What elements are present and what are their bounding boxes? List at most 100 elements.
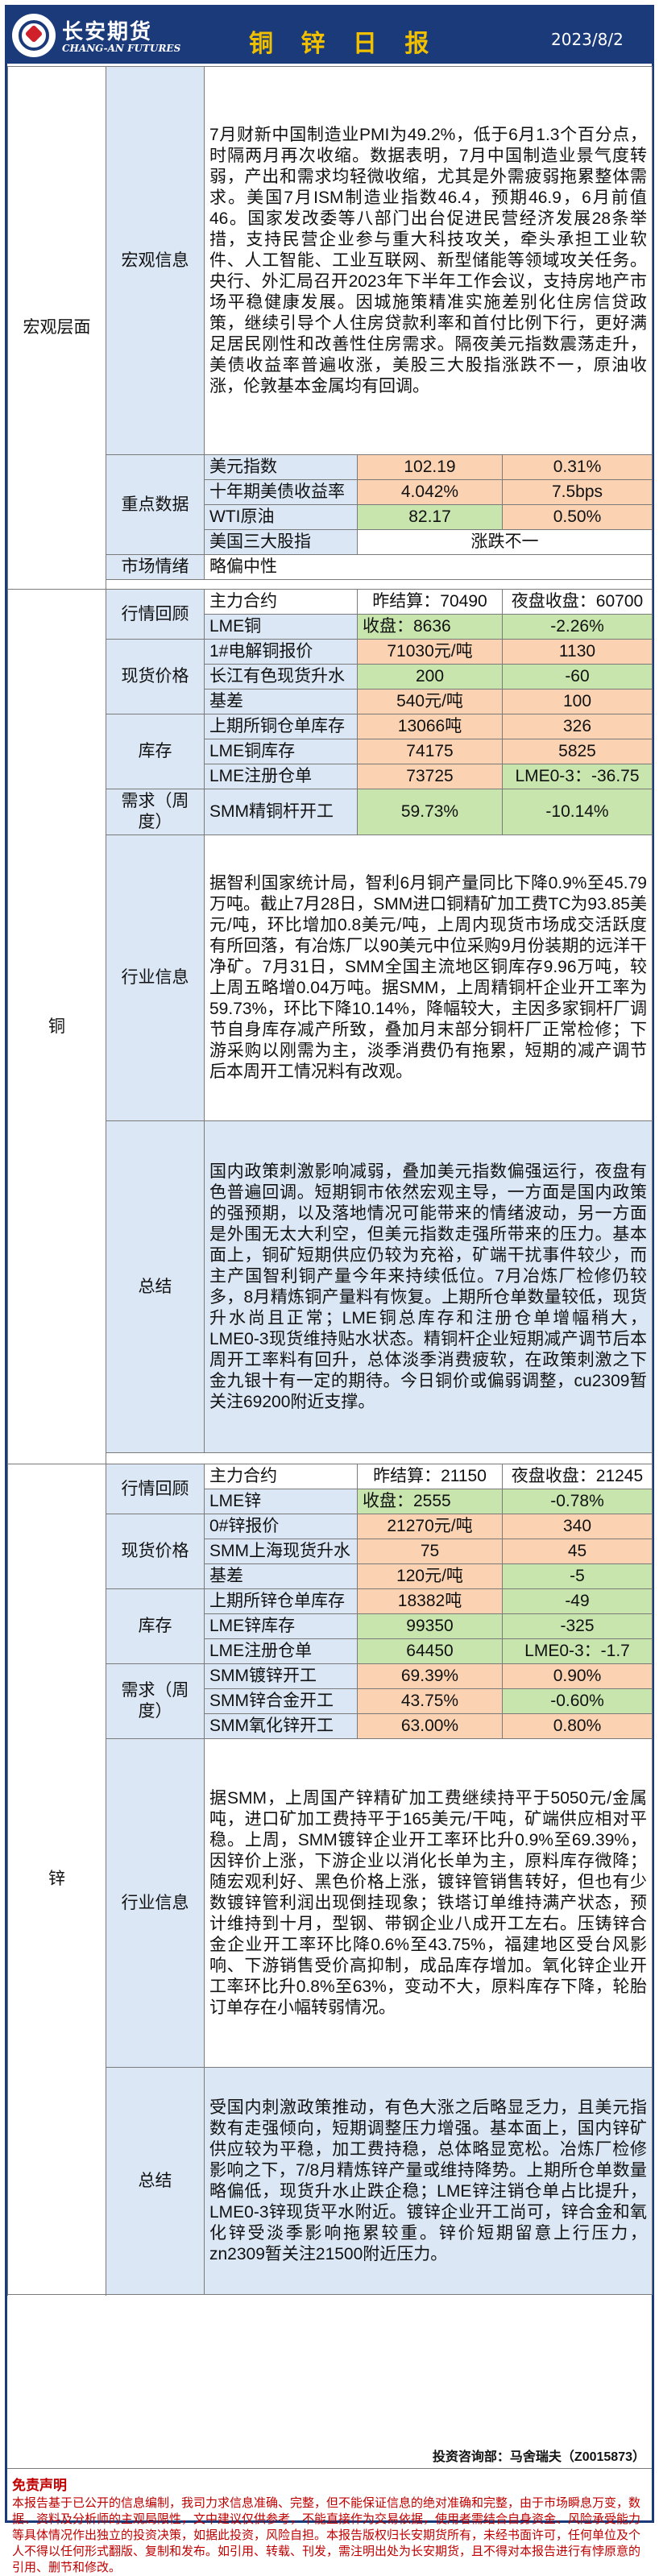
- spot-change: 100: [502, 689, 653, 714]
- key-data-value: 82.17: [357, 504, 503, 530]
- lme-close: 收盘：8636: [357, 614, 503, 640]
- disclaimer-text: 本报告基于已公开的信息编制，我司力求信息准确、完整，但不能保证信息的绝对准确和完…: [12, 2496, 641, 2574]
- changan-logo-icon: [12, 14, 56, 57]
- copper-summary-text: 国内政策刺激影响减弱，叠加美元指数偏强运行，夜盘有色普遍回调。短期铜市依然宏观主…: [204, 1120, 653, 1453]
- zinc-inv-label: 库存: [106, 1588, 205, 1664]
- zinc-demand-label: 需求（周度）: [106, 1663, 205, 1739]
- lme-name: LME锌: [204, 1489, 358, 1514]
- contract-label: 主力合约: [204, 1464, 358, 1489]
- spot-value: 75: [357, 1539, 503, 1564]
- key-data-change: 7.5bps: [502, 479, 653, 505]
- report-footer: 投资咨询部：马舍瑞夫（Z0015873） 免责声明 本报告基于已公开的信息编制，…: [7, 2442, 652, 2576]
- lme-name: LME铜: [204, 614, 358, 640]
- copper-industry-label: 行业信息: [106, 835, 205, 1121]
- copper-price-label: 行情回顾: [106, 589, 205, 640]
- demand-name: SMM精铜杆开工: [204, 789, 358, 835]
- inv-change: LME0-3：-1.7: [502, 1638, 653, 1664]
- spot-change: -5: [502, 1563, 653, 1589]
- inv-value: 74175: [357, 739, 503, 764]
- demand-name: SMM镀锌开工: [204, 1663, 358, 1689]
- inv-value: 13066吨: [357, 714, 503, 739]
- inv-change: LME0-3：-36.75: [502, 764, 653, 789]
- inv-change: 5825: [502, 739, 653, 764]
- zinc-price-label: 行情回顾: [106, 1464, 205, 1514]
- copper-inv-label: 库存: [106, 714, 205, 789]
- spot-name: 长江有色现货升水: [204, 664, 358, 690]
- inv-name: LME注册仓单: [204, 1638, 358, 1664]
- demand-change: -10.14%: [502, 789, 653, 835]
- brand-name-en: CHANG-AN FUTURES: [62, 43, 181, 54]
- lme-change: -0.78%: [502, 1489, 653, 1514]
- inv-value: 64450: [357, 1638, 503, 1664]
- spot-name: 基差: [204, 1563, 358, 1589]
- section-macro: 宏观层面: [7, 66, 106, 590]
- section-zinc: 锌: [7, 1464, 106, 2295]
- inv-name: 上期所锌仓单库存: [204, 1588, 358, 1614]
- macro-info-text: 7月财新中国制造业PMI为49.2%，低于6月1.3个百分点，时隔两月再次收缩。…: [204, 66, 653, 455]
- copper-demand-label: 需求（周度）: [106, 789, 205, 835]
- key-data-change: 0.31%: [502, 454, 653, 480]
- inv-name: LME铜库存: [204, 739, 358, 764]
- spot-change: -60: [502, 664, 653, 690]
- copper-contract-row: 铜 行情回顾 主力合约 昨结算：70490 夜盘收盘：60700: [7, 589, 653, 1464]
- spot-value: 120元/吨: [357, 1563, 503, 1589]
- inv-change: -325: [502, 1613, 653, 1639]
- zinc-summary-text: 受国内刺激政策推动，有色大涨之后略显乏力，且美元指数有走强倾向，短期调整压力增强…: [204, 2067, 653, 2295]
- brand-name: 长安期货: [62, 20, 153, 44]
- inv-change: 326: [502, 714, 653, 739]
- key-data-change: 0.50%: [502, 504, 653, 530]
- spot-change: 340: [502, 1514, 653, 1539]
- spot-change: 45: [502, 1539, 653, 1564]
- key-data-name: WTI原油: [204, 504, 358, 530]
- spot-value: 540元/吨: [357, 689, 503, 714]
- inv-name: LME锌库存: [204, 1613, 358, 1639]
- macro-info-row: 宏观层面 宏观信息 7月财新中国制造业PMI为49.2%，低于6月1.3个百分点…: [7, 66, 653, 590]
- key-data-name: 十年期美债收益率: [204, 479, 358, 505]
- sentiment-label: 市场情绪: [106, 554, 205, 580]
- night-close: 夜盘收盘：21245: [502, 1464, 653, 1489]
- inv-name: LME注册仓单: [204, 764, 358, 789]
- section-copper: 铜: [7, 589, 106, 1464]
- spot-name: 0#锌报价: [204, 1514, 358, 1539]
- spot-name: 基差: [204, 689, 358, 714]
- demand-name: SMM氧化锌开工: [204, 1713, 358, 1739]
- demand-value: 63.00%: [357, 1713, 503, 1739]
- zinc-summary-label: 总结: [106, 2067, 205, 2295]
- report-title: 铜 锌 日 报: [249, 30, 439, 58]
- zinc-industry-text: 据SMM，上周国产锌精矿加工费继续持平于5050元/金属吨，进口矿加工费持平于1…: [204, 1738, 653, 2068]
- key-data-name: 美国三大股指: [204, 529, 358, 555]
- demand-value: 69.39%: [357, 1663, 503, 1689]
- disclaimer-title: 免责声明: [12, 2478, 67, 2493]
- copper-industry-text: 据智利国家统计局，智利6月铜产量同比下降0.9%至45.79万吨。截止7月28日…: [204, 835, 653, 1121]
- inv-value: 18382吨: [357, 1588, 503, 1614]
- report-date: 2023/8/2: [551, 30, 624, 49]
- inv-name: 上期所铜仓单库存: [204, 714, 358, 739]
- demand-change: 0.80%: [502, 1713, 653, 1739]
- analyst-credit: 投资咨询部：马舍瑞夫（Z0015873）: [7, 2442, 652, 2469]
- key-data-value: 102.19: [357, 454, 503, 480]
- zinc-industry-label: 行业信息: [106, 1738, 205, 2068]
- contract-label: 主力合约: [204, 589, 358, 615]
- report-table: 宏观层面 宏观信息 7月财新中国制造业PMI为49.2%，低于6月1.3个百分点…: [7, 66, 653, 2295]
- copper-spot-label: 现货价格: [106, 639, 205, 714]
- settle-price: 昨结算：70490: [357, 589, 503, 615]
- spot-name: SMM上海现货升水: [204, 1539, 358, 1564]
- copper-summary-label: 总结: [106, 1120, 205, 1453]
- inv-change: -49: [502, 1588, 653, 1614]
- demand-value: 59.73%: [357, 789, 503, 835]
- sentiment-value: 略偏中性: [204, 554, 653, 580]
- zinc-contract-row: 锌 行情回顾 主力合约 昨结算：21150 夜盘收盘：21245: [7, 1464, 653, 2295]
- inv-value: 73725: [357, 764, 503, 789]
- spot-value: 71030元/吨: [357, 639, 503, 665]
- spot-value: 200: [357, 664, 503, 690]
- demand-name: SMM锌合金开工: [204, 1688, 358, 1714]
- lme-close: 收盘：2555: [357, 1489, 503, 1514]
- settle-price: 昨结算：21150: [357, 1464, 503, 1489]
- key-data-name: 美元指数: [204, 454, 358, 480]
- key-data-value: 涨跌不一: [357, 529, 653, 555]
- lme-change: -2.26%: [502, 614, 653, 640]
- key-data-value: 4.042%: [357, 479, 503, 505]
- zinc-spot-label: 现货价格: [106, 1514, 205, 1589]
- inv-value: 99350: [357, 1613, 503, 1639]
- key-data-label: 重点数据: [106, 454, 205, 555]
